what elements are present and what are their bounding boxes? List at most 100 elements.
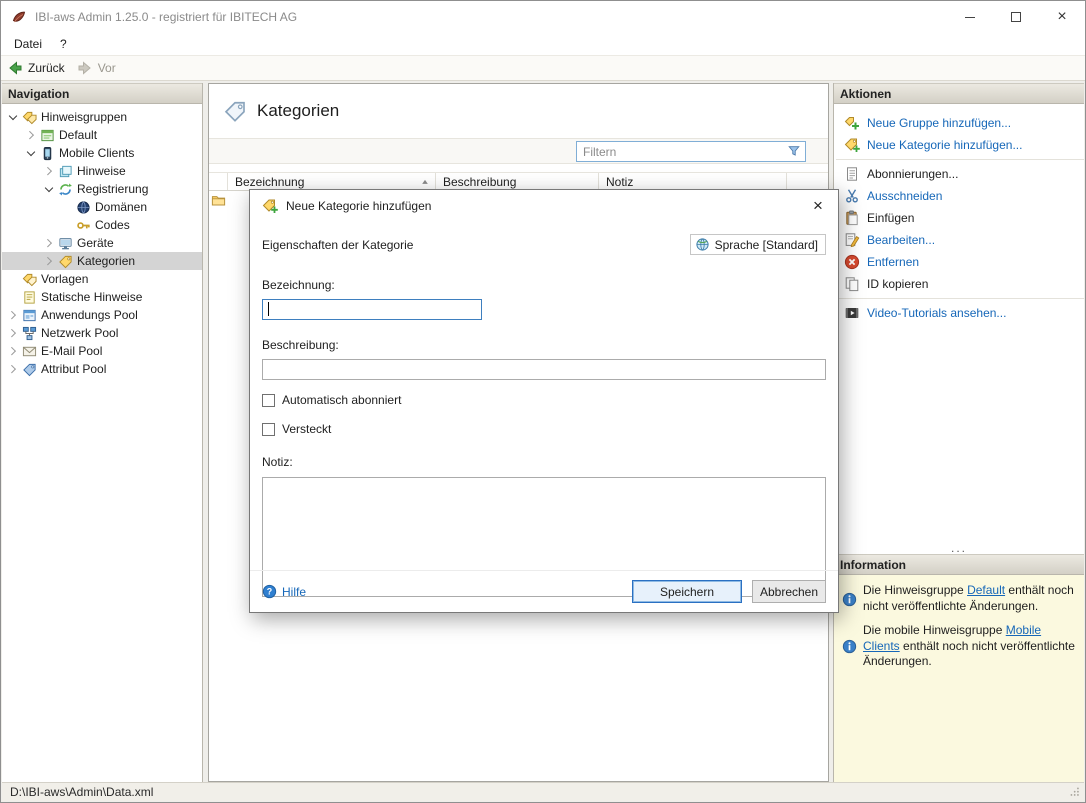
column-header-label: Bezeichnung	[235, 175, 304, 189]
action-entfernen[interactable]: Entfernen	[834, 251, 1084, 273]
action-abonnierungen[interactable]: Abonnierungen...	[834, 163, 1084, 185]
action-neue-gruppe-hinzufügen[interactable]: Neue Gruppe hinzufügen...	[834, 112, 1084, 134]
new-category-dialog: Neue Kategorie hinzufügen × Eigenschafte…	[249, 189, 839, 613]
filter-input[interactable]	[576, 141, 806, 162]
menu-help[interactable]: ?	[51, 35, 76, 53]
tree-chevron-collapsed-icon[interactable]	[24, 128, 38, 142]
add-group-icon	[844, 115, 860, 131]
tree-chevron-collapsed-icon[interactable]	[6, 362, 20, 376]
forward-button[interactable]: Vor	[77, 60, 116, 76]
tree-item-kategorien[interactable]: Kategorien	[2, 252, 202, 270]
tree-item-label: Attribut Pool	[41, 362, 106, 376]
tree-chevron-expanded-icon[interactable]	[6, 110, 20, 124]
actions-panel: Aktionen Neue Gruppe hinzufügen...Neue K…	[834, 83, 1084, 554]
network-pool-icon	[22, 326, 37, 341]
tree-item-label: Codes	[95, 218, 130, 232]
action-bearbeiten[interactable]: Bearbeiten...	[834, 229, 1084, 251]
tree-item-mobile-clients[interactable]: Mobile Clients	[2, 144, 202, 162]
bezeichnung-input[interactable]	[262, 299, 482, 320]
beschreibung-label: Beschreibung:	[262, 338, 826, 352]
tree-item-label: Registrierung	[77, 182, 148, 196]
tree-chevron-collapsed-icon[interactable]	[42, 254, 56, 268]
versteckt-checkbox[interactable]	[262, 423, 275, 436]
tree-item-vorlagen[interactable]: Vorlagen	[2, 270, 202, 288]
information-list: Die Hinweisgruppe Default enthält noch n…	[834, 575, 1084, 782]
automatisch-abonniert-checkbox[interactable]	[262, 394, 275, 407]
action-neue-kategorie-hinzufügen[interactable]: Neue Kategorie hinzufügen...	[834, 134, 1084, 156]
column-header-beschreibung[interactable]: Beschreibung	[436, 173, 599, 190]
back-button[interactable]: Zurück	[7, 60, 65, 76]
window-controls: ×	[947, 1, 1085, 33]
tree-item-codes[interactable]: Codes	[2, 216, 202, 234]
maximize-button[interactable]	[993, 1, 1039, 33]
help-label: Hilfe	[282, 585, 306, 599]
tree-item-statische-hinweise[interactable]: Statische Hinweise	[2, 288, 202, 306]
column-header-label: Notiz	[606, 175, 633, 189]
tree-item-hinweise[interactable]: Hinweise	[2, 162, 202, 180]
group-icon	[40, 128, 55, 143]
minimize-button[interactable]	[947, 1, 993, 33]
tree-indent-spacer	[60, 218, 74, 232]
bezeichnung-field-wrap	[262, 299, 482, 320]
tree-chevron-collapsed-icon[interactable]	[6, 308, 20, 322]
action-video-tutorials-ansehen[interactable]: Video-Tutorials ansehen...	[834, 302, 1084, 324]
language-button[interactable]: Sprache [Standard]	[690, 234, 826, 255]
tree-chevron-collapsed-icon[interactable]	[42, 164, 56, 178]
action-label: Bearbeiten...	[867, 233, 935, 247]
column-header-notiz[interactable]: Notiz	[599, 173, 787, 190]
column-header-bezeichnung[interactable]: Bezeichnung	[228, 173, 436, 190]
registration-icon	[58, 182, 73, 197]
close-button[interactable]: ×	[1039, 1, 1085, 33]
panel-splitter-grip[interactable]: ...	[951, 544, 967, 552]
tree-chevron-expanded-icon[interactable]	[24, 146, 38, 160]
tree-item-domänen[interactable]: Domänen	[2, 198, 202, 216]
tree-item-label: Anwendungs Pool	[41, 308, 138, 322]
mobile-icon	[40, 146, 55, 161]
video-icon	[844, 305, 860, 321]
information-header: Information	[834, 554, 1084, 575]
tree-item-hinweisgruppen[interactable]: Hinweisgruppen	[2, 108, 202, 126]
tree-item-label: Geräte	[77, 236, 114, 250]
dialog-close-button[interactable]: ×	[804, 194, 832, 218]
tree-item-geräte[interactable]: Geräte	[2, 234, 202, 252]
bezeichnung-label: Bezeichnung:	[262, 278, 826, 292]
tree-chevron-collapsed-icon[interactable]	[42, 236, 56, 250]
tree-item-attribut-pool[interactable]: Attribut Pool	[2, 360, 202, 378]
tree-item-registrierung[interactable]: Registrierung	[2, 180, 202, 198]
save-button[interactable]: Speichern	[632, 580, 742, 603]
status-path: D:\IBI-aws\Admin\Data.xml	[10, 785, 153, 799]
resize-grip-icon[interactable]	[1069, 786, 1082, 799]
dialog-title: Neue Kategorie hinzufügen	[286, 199, 431, 213]
beschreibung-input[interactable]	[262, 359, 826, 380]
add-category-icon	[844, 137, 860, 153]
help-icon: ?	[262, 584, 277, 599]
tree-chevron-collapsed-icon[interactable]	[6, 344, 20, 358]
tree-item-netzwerk-pool[interactable]: Netzwerk Pool	[2, 324, 202, 342]
static-hints-icon	[22, 290, 37, 305]
cancel-button[interactable]: Abbrechen	[752, 580, 826, 603]
right-panel: Aktionen Neue Gruppe hinzufügen...Neue K…	[833, 83, 1084, 782]
tree-chevron-expanded-icon[interactable]	[42, 182, 56, 196]
info-link-default[interactable]: Default	[967, 583, 1005, 597]
kategorien-page-icon	[223, 99, 247, 123]
filter-icon[interactable]	[787, 144, 801, 158]
globe-icon	[695, 237, 710, 252]
versteckt-checkbox-row[interactable]: Versteckt	[262, 422, 826, 436]
automatisch-abonniert-checkbox-row[interactable]: Automatisch abonniert	[262, 393, 826, 407]
page-title: Kategorien	[257, 101, 339, 121]
action-label: Neue Gruppe hinzufügen...	[867, 116, 1011, 130]
tree-item-anwendungs-pool[interactable]: Anwendungs Pool	[2, 306, 202, 324]
tree-chevron-collapsed-icon[interactable]	[6, 326, 20, 340]
info-item: Die mobile Hinweisgruppe Mobile Clients …	[842, 623, 1076, 670]
menu-datei[interactable]: Datei	[5, 35, 51, 53]
action-einfügen[interactable]: Einfügen	[834, 207, 1084, 229]
back-label: Zurück	[28, 61, 65, 75]
tree-item-e-mail-pool[interactable]: E-Mail Pool	[2, 342, 202, 360]
automatisch-abonniert-label: Automatisch abonniert	[282, 393, 401, 407]
tree-item-label: Kategorien	[77, 254, 135, 268]
action-ausschneiden[interactable]: Ausschneiden	[834, 185, 1084, 207]
action-id-kopieren[interactable]: ID kopieren	[834, 273, 1084, 295]
tree-item-label: Hinweise	[77, 164, 126, 178]
help-link[interactable]: ? Hilfe	[262, 584, 306, 599]
tree-item-default[interactable]: Default	[2, 126, 202, 144]
